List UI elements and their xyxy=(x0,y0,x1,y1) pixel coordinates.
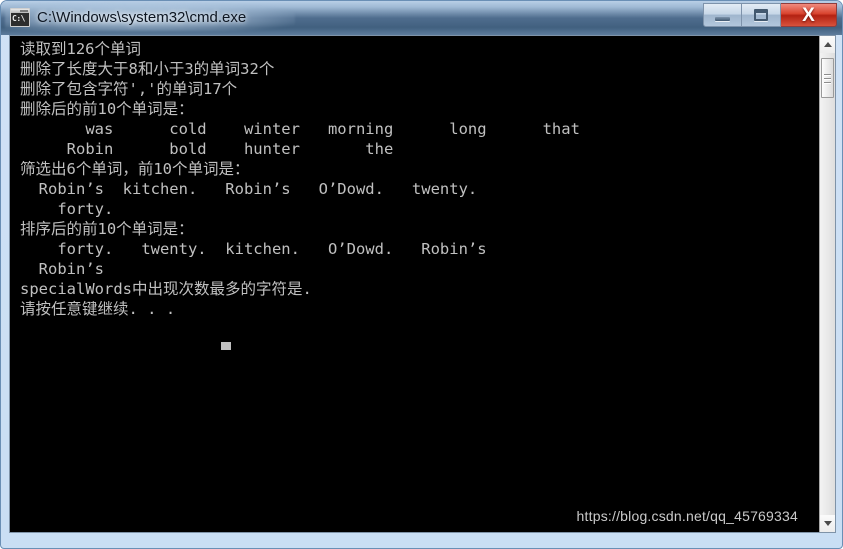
watermark-url: https://blog.csdn.net/qq_45769334 xyxy=(576,508,798,524)
console-cursor xyxy=(221,342,231,350)
console-screen[interactable]: 读取到126个单词 删除了长度大于8和小于3的单词32个 删除了包含字符','的… xyxy=(10,36,820,532)
scrollbar-grip-line xyxy=(824,77,831,79)
console-output-text: 读取到126个单词 删除了长度大于8和小于3的单词32个 删除了包含字符','的… xyxy=(20,40,580,318)
minimize-icon xyxy=(715,16,730,21)
window-title: C:\Windows\system32\cmd.exe xyxy=(37,9,247,26)
cmd-icon-label: C:\ xyxy=(12,14,25,23)
console-client-area[interactable]: 读取到126个单词 删除了长度大于8和小于3的单词32个 删除了包含字符','的… xyxy=(9,35,836,533)
titlebar[interactable]: C:\ C:\Windows\system32\cmd.exe X xyxy=(1,1,842,34)
chevron-up-icon xyxy=(823,42,832,47)
close-button[interactable]: X xyxy=(781,3,837,27)
close-icon: X xyxy=(802,4,815,26)
scroll-down-button[interactable] xyxy=(820,515,835,532)
maximize-icon xyxy=(754,9,768,21)
minimize-button[interactable] xyxy=(703,3,742,27)
scrollbar-thumb[interactable] xyxy=(821,58,834,98)
cmd-window[interactable]: C:\ C:\Windows\system32\cmd.exe X 读取到126… xyxy=(0,0,843,549)
scrollbar-grip-line xyxy=(824,81,831,83)
chevron-down-icon xyxy=(823,521,832,526)
caption-buttons[interactable]: X xyxy=(703,3,837,29)
maximize-button[interactable] xyxy=(742,3,781,27)
vertical-scrollbar[interactable] xyxy=(819,36,835,532)
cmd-icon-titlebar-strip xyxy=(11,9,29,13)
scroll-up-button[interactable] xyxy=(820,36,835,53)
scrollbar-grip-line xyxy=(824,73,831,75)
cmd-console-icon: C:\ xyxy=(10,8,30,27)
